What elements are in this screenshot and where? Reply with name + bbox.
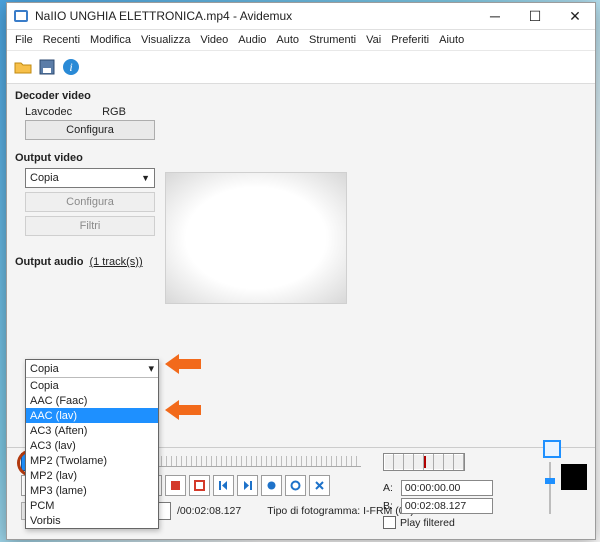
save-icon[interactable] (37, 57, 57, 77)
annotation-arrow-icon (165, 354, 201, 374)
dropdown-option[interactable]: MP2 (Twolame) (26, 453, 158, 468)
info-icon[interactable]: i (61, 57, 81, 77)
menu-strumenti[interactable]: Strumenti (309, 34, 356, 46)
checkbox-icon[interactable] (383, 516, 396, 529)
svg-text:i: i (69, 60, 72, 74)
thumbnail-box (561, 464, 587, 490)
marker-a-label: A: (383, 482, 393, 494)
close-button[interactable]: ✕ (555, 3, 595, 29)
maximize-button[interactable]: ☐ (515, 3, 555, 29)
menu-video[interactable]: Video (200, 34, 228, 46)
video-preview (165, 172, 347, 304)
menu-visualizza[interactable]: Visualizza (141, 34, 190, 46)
app-icon (13, 8, 29, 24)
prev-black-button[interactable] (261, 475, 282, 496)
menu-file[interactable]: File (15, 34, 33, 46)
set-a-button[interactable] (165, 475, 186, 496)
dropdown-option[interactable]: AC3 (lav) (26, 438, 158, 453)
menubar: File Recenti Modifica Visualizza Video A… (7, 30, 595, 51)
output-video-label: Output video (15, 152, 587, 164)
output-video-config-button[interactable]: Configura (25, 192, 155, 212)
dropdown-option[interactable]: AAC (lav) (26, 408, 158, 423)
volume-slider[interactable] (547, 462, 553, 514)
menu-vai[interactable]: Vai (366, 34, 381, 46)
output-audio-selected[interactable]: Copia ▾ (26, 360, 158, 378)
titlebar: NaIIO UNGHIA ELETTRONICA.mp4 - Avidemux … (7, 3, 595, 30)
dropdown-option[interactable]: Vorbis (26, 513, 158, 528)
next-black-button[interactable] (285, 475, 306, 496)
chevron-down-icon: ▾ (148, 362, 154, 375)
menu-modifica[interactable]: Modifica (90, 34, 131, 46)
output-video-combo[interactable]: Copia ▼ (25, 168, 155, 188)
menu-preferiti[interactable]: Preferiti (391, 34, 429, 46)
goto-start-button[interactable] (213, 475, 234, 496)
output-video-value: Copia (30, 172, 59, 184)
set-b-button[interactable] (189, 475, 210, 496)
output-video-filtri-button[interactable]: Filtri (25, 216, 155, 236)
open-icon[interactable] (13, 57, 33, 77)
menu-recenti[interactable]: Recenti (43, 34, 80, 46)
window-title: NaIIO UNGHIA ELETTRONICA.mp4 - Avidemux (35, 9, 475, 23)
marker-b-label: B: (383, 500, 393, 512)
time-duration: /00:02:08.127 (177, 505, 241, 517)
dropdown-option[interactable]: Copia (26, 378, 158, 393)
right-controls: A: 00:00:00.00 B: 00:02:08.127 Play filt… (383, 448, 583, 539)
decoder-lav: Lavcodec (25, 106, 72, 118)
menu-audio[interactable]: Audio (238, 34, 266, 46)
minimize-button[interactable]: ─ (475, 3, 515, 29)
toolbar: i (7, 51, 595, 84)
decoder-label: Decoder video (15, 90, 587, 102)
goto-end-button[interactable] (237, 475, 258, 496)
content-area: Decoder video Lavcodec RGB Configura Out… (7, 84, 595, 447)
app-window: NaIIO UNGHIA ELETTRONICA.mp4 - Avidemux … (6, 2, 596, 540)
menu-aiuto[interactable]: Aiuto (439, 34, 464, 46)
marker-a-value[interactable]: 00:00:00.00 (401, 480, 493, 496)
volume-thumb[interactable] (545, 478, 555, 484)
audio-level-meter (383, 453, 465, 471)
dropdown-option[interactable]: MP3 (lame) (26, 483, 158, 498)
marker-b-value[interactable]: 00:02:08.127 (401, 498, 493, 514)
dropdown-option[interactable]: MP2 (lav) (26, 468, 158, 483)
annotation-arrow-icon (165, 400, 201, 420)
vu-toggle[interactable] (543, 440, 561, 458)
track-count[interactable]: (1 track(s)) (89, 256, 142, 268)
dropdown-option[interactable]: AC3 (Aften) (26, 423, 158, 438)
delete-button[interactable] (309, 475, 330, 496)
decoder-config-button[interactable]: Configura (25, 120, 155, 140)
dropdown-option[interactable]: PCM (26, 498, 158, 513)
menu-auto[interactable]: Auto (276, 34, 299, 46)
chevron-down-icon: ▼ (141, 173, 150, 183)
output-audio-dropdown[interactable]: Copia ▾ CopiaAAC (Faac)AAC (lav)AC3 (Aft… (25, 359, 159, 529)
play-filtered-checkbox[interactable]: Play filtered (383, 516, 455, 529)
dropdown-option[interactable]: AAC (Faac) (26, 393, 158, 408)
decoder-rgb: RGB (102, 106, 126, 118)
